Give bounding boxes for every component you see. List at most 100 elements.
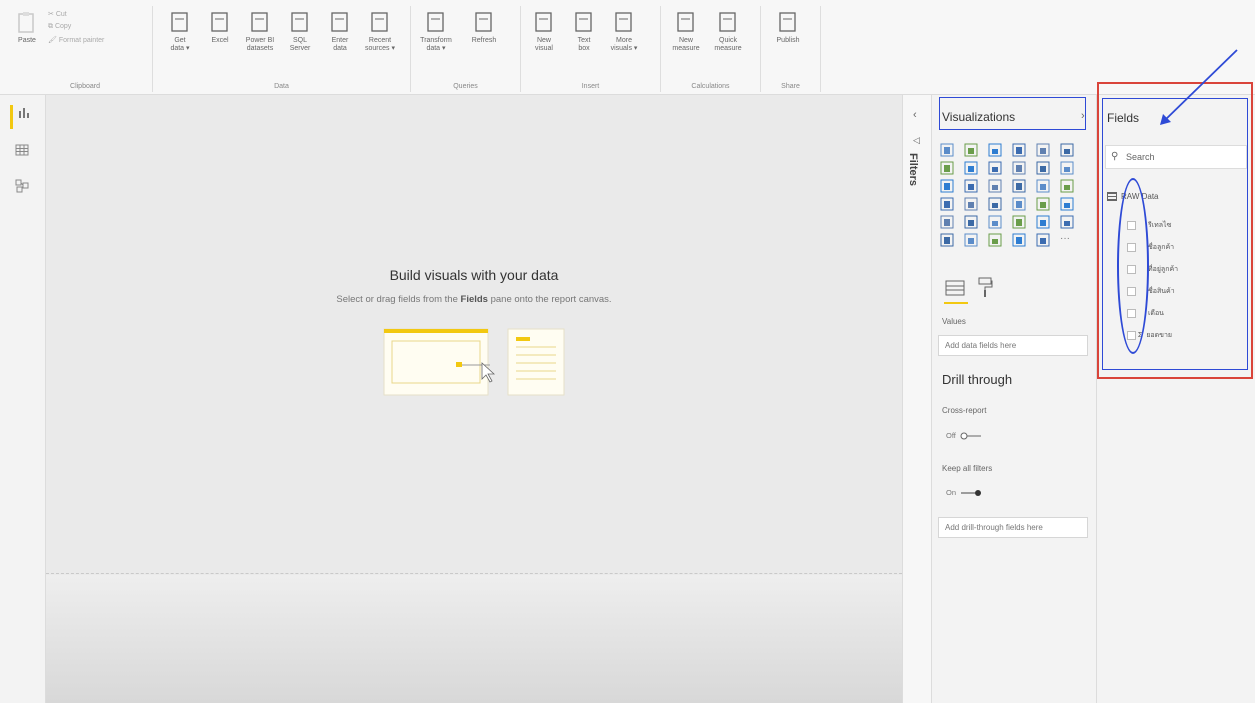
report-view-icon xyxy=(18,108,29,118)
visual-type-icon[interactable] xyxy=(988,161,1002,175)
insert-button-icon xyxy=(575,12,592,32)
toggle-on-icon xyxy=(961,490,982,497)
ribbon-button-label: Text xyxy=(577,37,591,44)
format-tab-button[interactable] xyxy=(976,276,994,303)
fields-tab-button[interactable] xyxy=(944,278,966,303)
calculations-button-icon xyxy=(677,12,694,32)
keep-all-filters-toggle[interactable]: On xyxy=(946,488,982,497)
visual-type-icon[interactable] xyxy=(1036,161,1050,175)
calculations-group: New measure Quick measure Calculations xyxy=(661,6,761,92)
visual-type-icon[interactable] xyxy=(988,215,1002,229)
visual-type-icon[interactable] xyxy=(1036,215,1050,229)
copy-button[interactable]: ⧉ Copy xyxy=(48,23,71,31)
filters-label[interactable]: Filters xyxy=(907,153,919,186)
data-button-1[interactable]: Excel xyxy=(203,10,237,45)
model-view-button[interactable] xyxy=(10,179,34,203)
ribbon-button-label-line2: measure xyxy=(714,45,742,52)
subtitle-part-1: Select or drag fields from the xyxy=(336,294,461,305)
visual-type-icon[interactable] xyxy=(1012,197,1026,211)
visual-type-icon[interactable] xyxy=(940,179,954,193)
visual-type-icon[interactable] xyxy=(1060,161,1074,175)
insert-button-1[interactable]: Text box xyxy=(567,10,601,53)
visual-type-icon[interactable] xyxy=(1036,179,1050,193)
insert-button-0[interactable]: New visual xyxy=(527,10,561,53)
visual-type-icon[interactable] xyxy=(988,143,1002,157)
visual-type-icon[interactable] xyxy=(940,233,954,247)
paste-button[interactable]: Paste xyxy=(12,10,42,45)
more-visuals-icon[interactable]: ··· xyxy=(1060,233,1074,247)
report-canvas[interactable]: Build visuals with your data Select or d… xyxy=(46,95,902,703)
clipboard-group: Paste ✂ Cut ⧉ Copy 🖌 Format painter Clip… xyxy=(18,6,153,92)
report-view-button[interactable] xyxy=(10,105,34,129)
data-view-button[interactable] xyxy=(10,143,34,167)
visual-type-icon[interactable] xyxy=(1012,233,1026,247)
ribbon-button-label: Get xyxy=(174,37,186,44)
ribbon-button-label: Quick xyxy=(719,37,737,44)
visual-type-icon[interactable] xyxy=(940,161,954,175)
subtitle-bold: Fields xyxy=(460,294,488,305)
visual-type-icon[interactable] xyxy=(1036,197,1050,211)
visual-type-icon[interactable] xyxy=(1012,161,1026,175)
paint-roller-icon xyxy=(978,277,993,297)
visual-type-icon[interactable] xyxy=(988,233,1002,247)
visual-type-icon[interactable] xyxy=(964,197,978,211)
visual-type-icon[interactable] xyxy=(988,197,1002,211)
visualizations-pane: Visualizations › ··· Values Add data fie… xyxy=(932,95,1097,703)
visual-type-icon[interactable] xyxy=(1036,143,1050,157)
ribbon-button-label-line2: datasets xyxy=(246,45,274,52)
drill-through-drop-zone[interactable]: Add drill-through fields here xyxy=(938,517,1088,538)
collapse-icon[interactable]: ‹ xyxy=(913,109,917,121)
visual-type-icon[interactable] xyxy=(1060,197,1074,211)
visual-type-icon[interactable] xyxy=(940,215,954,229)
active-tab-indicator xyxy=(944,302,968,304)
cross-report-state: Off xyxy=(946,431,956,440)
format-painter-button[interactable]: 🖌 Format painter xyxy=(48,36,104,44)
ribbon-button-label: New xyxy=(678,37,693,44)
insert-group: New visual Text box More visuals ▾ Insert xyxy=(521,6,661,92)
queries-button-1[interactable]: Refresh xyxy=(467,10,501,45)
keep-all-filters-state: On xyxy=(946,488,957,497)
calculations-button-icon xyxy=(719,12,736,32)
queries-button-icon xyxy=(475,12,492,32)
data-button-3[interactable]: SQL Server xyxy=(283,10,317,53)
visual-type-icon[interactable] xyxy=(1060,143,1074,157)
visual-type-icon[interactable] xyxy=(1012,215,1026,229)
data-button-2[interactable]: Power BI datasets xyxy=(243,10,277,53)
cut-button[interactable]: ✂ Cut xyxy=(48,10,67,18)
page-boundary-line xyxy=(46,573,902,574)
calculations-button-1[interactable]: Quick measure xyxy=(711,10,745,53)
visual-type-icon[interactable] xyxy=(964,161,978,175)
visual-type-icon[interactable] xyxy=(1012,143,1026,157)
share-group: Publish Share xyxy=(761,6,821,92)
values-drop-zone[interactable]: Add data fields here xyxy=(938,335,1088,356)
data-button-icon xyxy=(291,12,308,32)
data-button-4[interactable]: Enter data xyxy=(323,10,357,53)
visual-type-icon[interactable] xyxy=(964,179,978,193)
data-group: Get data ▾ Excel Power BI datasets SQL Server E… xyxy=(153,6,411,92)
visual-type-icon[interactable] xyxy=(940,197,954,211)
visual-type-icon[interactable] xyxy=(940,143,954,157)
cut-label: Cut xyxy=(55,11,67,18)
insert-button-2[interactable]: More visuals ▾ xyxy=(607,10,641,53)
visual-type-icon[interactable] xyxy=(988,179,1002,193)
visual-type-icon[interactable] xyxy=(964,233,978,247)
ribbon-button-label-line2: visual xyxy=(535,45,553,52)
data-group-label: Data xyxy=(274,83,289,90)
visual-type-icon[interactable] xyxy=(1012,179,1026,193)
clipboard-group-label: Clipboard xyxy=(70,83,100,90)
visual-type-icon[interactable] xyxy=(1036,233,1050,247)
visual-type-icon[interactable] xyxy=(1060,215,1074,229)
data-button-5[interactable]: Recent sources ▾ xyxy=(363,10,397,53)
queries-button-0[interactable]: Transform data ▾ xyxy=(419,10,453,53)
data-button-0[interactable]: Get data ▾ xyxy=(163,10,197,53)
visual-type-icon[interactable] xyxy=(964,143,978,157)
share-button-0[interactable]: Publish xyxy=(771,10,805,45)
visual-type-icon[interactable] xyxy=(964,215,978,229)
filters-pane-collapsed[interactable]: ‹ ◁ Filters xyxy=(902,95,932,703)
ribbon-button-label-line2: box xyxy=(578,45,590,52)
cross-report-toggle[interactable]: Off xyxy=(946,431,982,440)
ribbon-button-label: Transform xyxy=(420,37,452,44)
visual-type-icon[interactable] xyxy=(1060,179,1074,193)
ribbon-button-label: Power BI xyxy=(245,37,275,44)
calculations-button-0[interactable]: New measure xyxy=(669,10,703,53)
